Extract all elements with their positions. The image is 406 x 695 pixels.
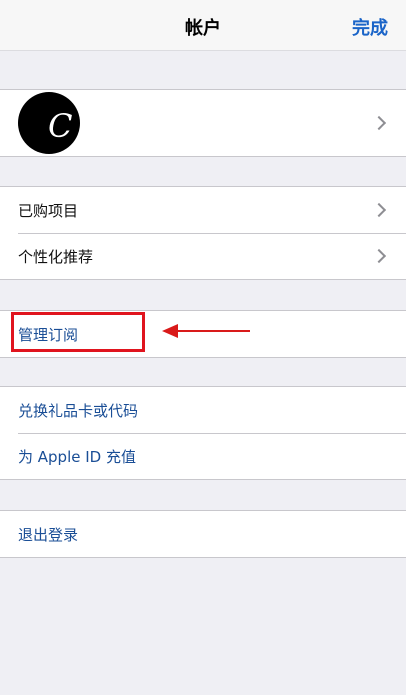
personalized-recommendations-row[interactable]: 个性化推荐 <box>0 233 406 279</box>
profile-group: C <box>0 89 406 157</box>
chevron-right-icon <box>371 202 387 218</box>
avatar: C <box>18 92 80 154</box>
personalized-recommendations-label: 个性化推荐 <box>18 247 94 266</box>
add-funds-label: 为 Apple ID 充值 <box>18 447 136 466</box>
chevron-right-icon <box>371 248 387 264</box>
sign-out-row[interactable]: 退出登录 <box>0 511 406 557</box>
chevron-right-icon <box>371 115 387 131</box>
purchased-items-label: 已购项目 <box>18 201 79 220</box>
redeem-gift-card-label: 兑换礼品卡或代码 <box>18 401 139 420</box>
purchases-group: 已购项目 个性化推荐 <box>0 186 406 280</box>
redeem-gift-card-row[interactable]: 兑换礼品卡或代码 <box>0 387 406 433</box>
done-button[interactable]: 完成 <box>352 14 388 40</box>
page-title: 帐户 <box>185 18 221 39</box>
gift-group: 兑换礼品卡或代码 为 Apple ID 充值 <box>0 386 406 480</box>
purchased-items-row[interactable]: 已购项目 <box>0 187 406 233</box>
nav-bar: 帐户 完成 <box>0 0 406 51</box>
signout-group: 退出登录 <box>0 510 406 558</box>
sign-out-label: 退出登录 <box>18 525 79 544</box>
annotation-arrow-line <box>176 330 250 332</box>
profile-row[interactable]: C <box>0 90 406 156</box>
add-funds-row[interactable]: 为 Apple ID 充值 <box>0 433 406 479</box>
avatar-letter: C <box>48 107 73 145</box>
annotation-highlight-box <box>11 312 145 352</box>
